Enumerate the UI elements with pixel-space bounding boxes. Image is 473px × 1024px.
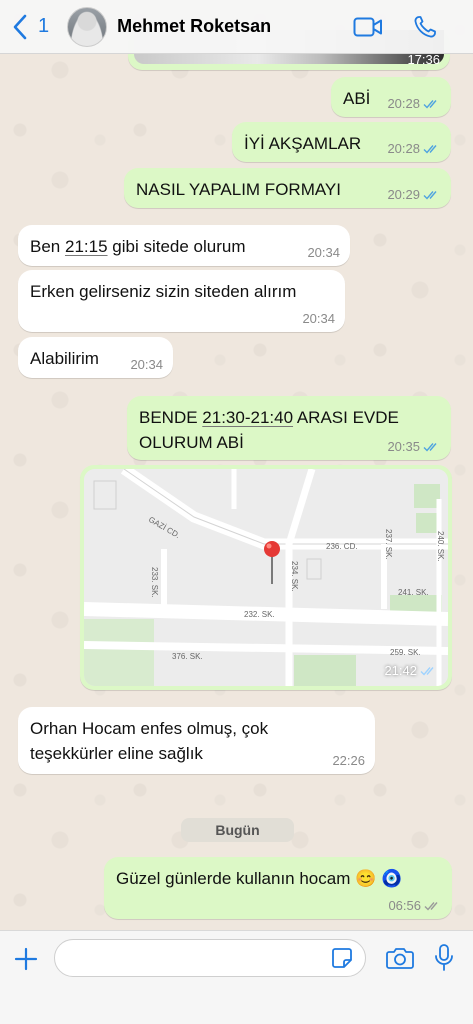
microphone-icon[interactable] [434, 943, 454, 973]
street-label: 241. SK. [398, 588, 429, 597]
message-bubble[interactable]: Orhan Hocam enfes olmuş, çok teşekkürler … [18, 707, 375, 774]
message-text: Orhan Hocam enfes olmuş, çok teşekkürler … [30, 719, 269, 763]
contact-name[interactable]: Mehmet Roketsan [117, 16, 271, 37]
date-divider: Bugün [181, 818, 294, 842]
message-bubble[interactable]: Ben 21:15 gibi sitede olurum 20:34 [18, 225, 350, 266]
street-label: 234. SK. [290, 561, 299, 592]
message-text: BENDE 21:30-21:40 ARASI EVDE OLURUM ABİ [139, 408, 399, 452]
message-time: 20:34 [307, 245, 340, 260]
message-time: 20:34 [302, 311, 335, 326]
time-link[interactable]: 21:30-21:40 [202, 408, 293, 427]
message-time: 20:35 [387, 439, 420, 454]
double-check-icon [423, 191, 437, 200]
message-text: Erken gelirseniz sizin siteden alırım [30, 282, 297, 301]
message-time: 20:28 [387, 96, 420, 111]
message-time: 21:42 [384, 663, 417, 678]
message-bubble[interactable]: NASIL YAPALIM FORMAYI 20:29 [124, 168, 451, 208]
street-label: 233. SK. [150, 567, 159, 598]
street-label: 376. SK. [172, 652, 203, 661]
message-text: ABİ [343, 89, 371, 108]
message-time: 22:26 [332, 753, 365, 768]
phone-icon[interactable] [413, 15, 437, 39]
message-time: 17:36 [407, 52, 440, 67]
street-label: 237. SK. [384, 529, 393, 560]
composer-bar [0, 930, 473, 1024]
camera-icon[interactable] [386, 946, 414, 970]
message-text: Güzel günlerde kullanın hocam 😊 🧿 [116, 869, 403, 888]
message-bubble[interactable]: İYİ AKŞAMLAR 20:28 [232, 122, 451, 162]
message-time: 06:56 [388, 898, 421, 913]
double-check-icon [423, 100, 437, 109]
chevron-left-icon [13, 14, 27, 39]
street-label: 236. CD. [326, 542, 358, 551]
message-input[interactable] [54, 939, 366, 977]
location-map[interactable]: GAZİ CD. 236. CD. 240. SK. 237. SK. 233.… [84, 469, 448, 686]
message-text: Ben 21:15 gibi sitede olurum [30, 237, 246, 256]
back-button[interactable]: 1 [12, 14, 49, 40]
time-link[interactable]: 21:15 [65, 237, 108, 256]
double-check-icon [423, 145, 437, 154]
message-bubble[interactable]: Alabilirim 20:34 [18, 337, 173, 378]
avatar[interactable] [67, 6, 108, 47]
sticker-icon[interactable] [331, 947, 353, 969]
unread-count: 1 [38, 15, 50, 37]
chat-header: 1 Mehmet Roketsan [0, 0, 473, 54]
double-check-icon [423, 443, 437, 452]
message-bubble[interactable]: Erken gelirseniz sizin siteden alırım 20… [18, 270, 345, 332]
location-pin-icon [264, 541, 280, 557]
message-text: NASIL YAPALIM FORMAYI [136, 180, 341, 199]
street-label: 259. SK. [390, 648, 421, 657]
message-time: 20:34 [130, 357, 163, 372]
street-label: 240. SK. [436, 531, 445, 562]
double-check-icon [424, 902, 438, 911]
message-text: İYİ AKŞAMLAR [244, 134, 362, 153]
street-label: 232. SK. [244, 610, 275, 619]
location-message[interactable]: GAZİ CD. 236. CD. 240. SK. 237. SK. 233.… [80, 465, 452, 690]
message-bubble[interactable]: ABİ 20:28 [331, 77, 451, 117]
message-bubble[interactable]: Güzel günlerde kullanın hocam 😊 🧿 06:56 [104, 857, 452, 919]
message-time: 20:28 [387, 141, 420, 156]
plus-icon[interactable] [14, 947, 38, 971]
double-check-icon [420, 666, 434, 676]
message-time: 20:29 [387, 187, 420, 202]
message-bubble[interactable]: BENDE 21:30-21:40 ARASI EVDE OLURUM ABİ 2… [127, 396, 451, 460]
video-call-icon[interactable] [353, 16, 383, 38]
message-text: Alabilirim [30, 349, 99, 368]
